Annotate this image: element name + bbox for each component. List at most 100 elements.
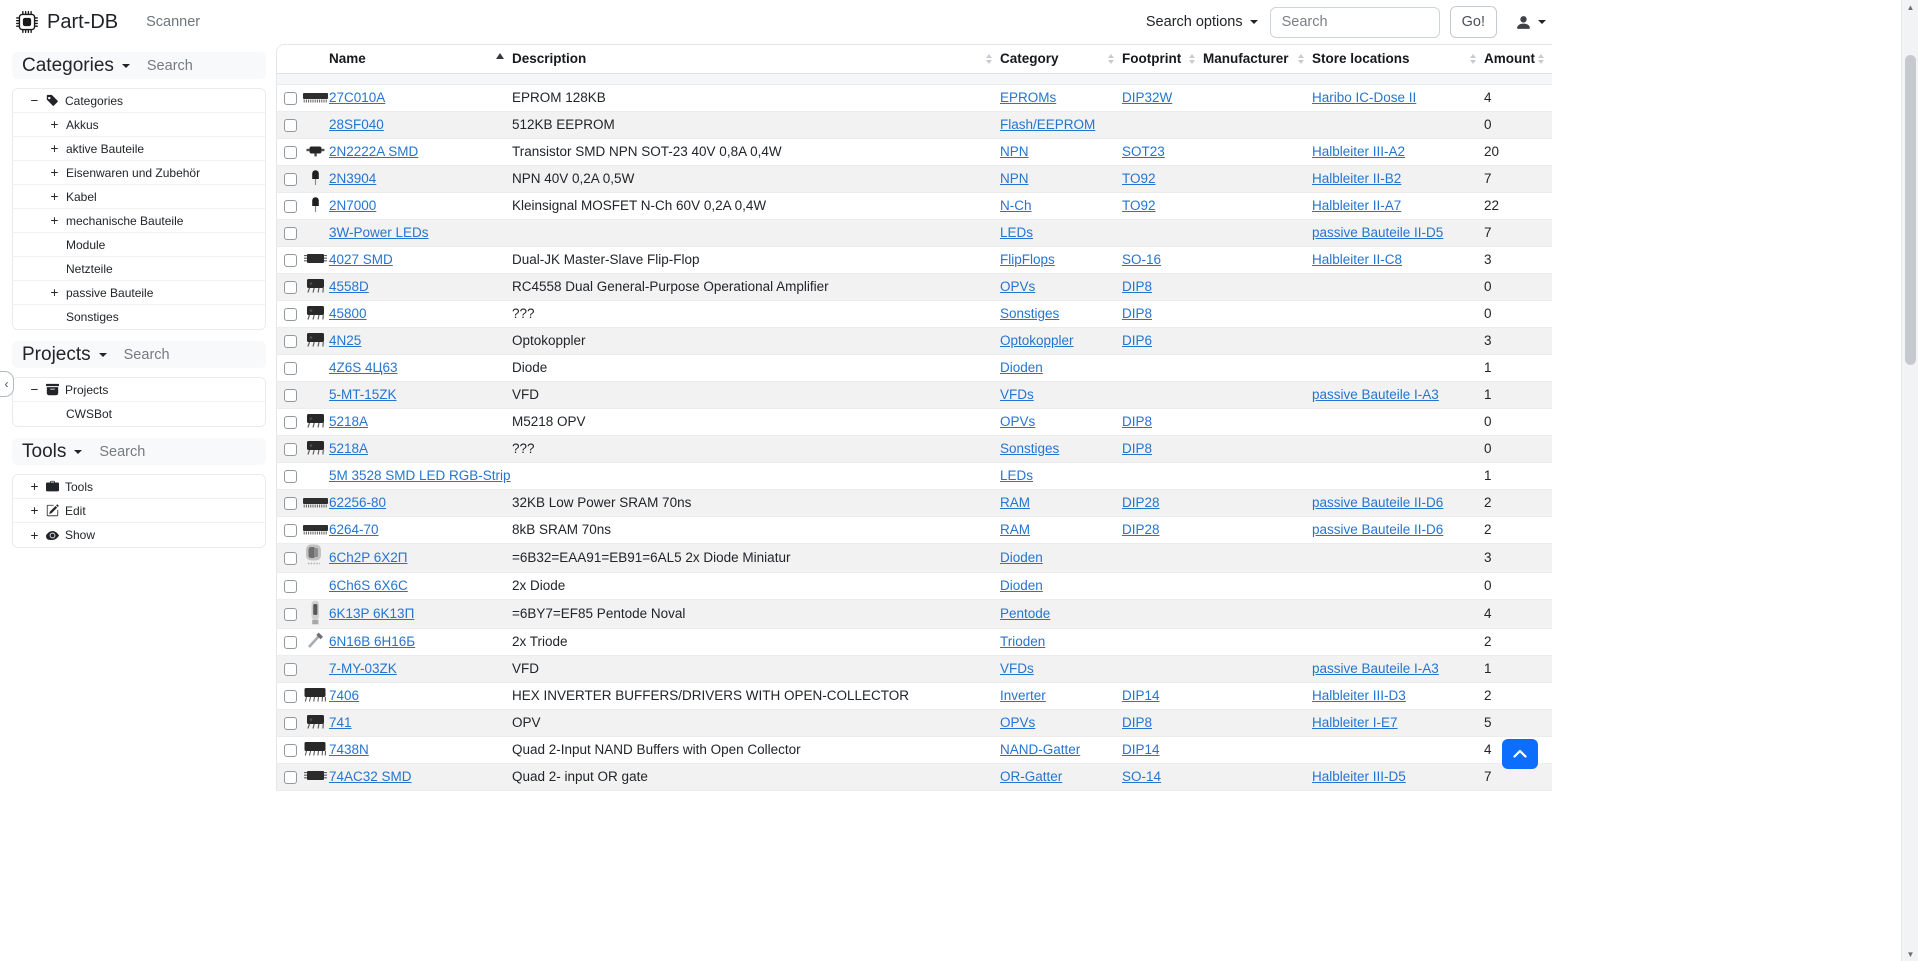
- part-name-link[interactable]: 6264-70: [329, 522, 379, 537]
- expand-toggle-icon[interactable]: +: [29, 503, 40, 518]
- part-thumbnail[interactable]: [301, 277, 329, 294]
- category-link[interactable]: Sonstiges: [1000, 306, 1059, 321]
- row-checkbox[interactable]: [284, 227, 297, 240]
- row-checkbox[interactable]: [284, 254, 297, 267]
- row-checkbox[interactable]: [284, 200, 297, 213]
- category-link[interactable]: LEDs: [1000, 468, 1033, 483]
- row-checkbox[interactable]: [284, 335, 297, 348]
- row-checkbox[interactable]: [284, 146, 297, 159]
- part-name-link[interactable]: 6Ch6S 6X6C: [329, 578, 408, 593]
- tree-item-eisenwaren-und-zubeh-r[interactable]: +Eisenwaren und Zubehör: [13, 161, 265, 185]
- part-name-link[interactable]: 2N3904: [329, 171, 376, 186]
- tree-item-cwsbot[interactable]: CWSBot: [13, 402, 265, 426]
- search-go-button[interactable]: Go!: [1450, 6, 1497, 38]
- row-checkbox[interactable]: [284, 362, 297, 375]
- row-checkbox[interactable]: [284, 771, 297, 784]
- part-name-link[interactable]: 6N16B 6Н16Б: [329, 634, 415, 649]
- category-link[interactable]: OR-Gatter: [1000, 769, 1062, 784]
- part-thumbnail[interactable]: [301, 686, 329, 703]
- part-thumbnail[interactable]: [301, 439, 329, 456]
- part-name-link[interactable]: 4N25: [329, 333, 361, 348]
- part-name-link[interactable]: 5218A: [329, 441, 368, 456]
- category-link[interactable]: OPVs: [1000, 414, 1035, 429]
- tools-dropdown[interactable]: Tools: [22, 441, 82, 463]
- expand-toggle-icon[interactable]: +: [49, 189, 60, 204]
- part-thumbnail[interactable]: [301, 412, 329, 429]
- category-link[interactable]: RAM: [1000, 495, 1030, 510]
- store-location-link[interactable]: Halbleiter II-A7: [1312, 198, 1401, 213]
- row-checkbox[interactable]: [284, 717, 297, 730]
- part-name-link[interactable]: 4027 SMD: [329, 252, 393, 267]
- tree-item-kabel[interactable]: +Kabel: [13, 185, 265, 209]
- category-link[interactable]: Inverter: [1000, 688, 1046, 703]
- expand-toggle-icon[interactable]: +: [49, 141, 60, 156]
- footprint-link[interactable]: TO92: [1122, 198, 1156, 213]
- footprint-link[interactable]: DIP6: [1122, 333, 1152, 348]
- category-link[interactable]: OPVs: [1000, 715, 1035, 730]
- column-header-select[interactable]: [277, 45, 301, 73]
- store-location-link[interactable]: Halbleiter III-D3: [1312, 688, 1406, 703]
- store-location-link[interactable]: Halbleiter II-B2: [1312, 171, 1401, 186]
- column-header-name[interactable]: Name: [329, 45, 512, 73]
- tree-item-show[interactable]: +Show: [13, 523, 265, 547]
- store-location-link[interactable]: Halbleiter II-C8: [1312, 252, 1402, 267]
- part-name-link[interactable]: 62256-80: [329, 495, 386, 510]
- row-checkbox[interactable]: [284, 690, 297, 703]
- category-link[interactable]: Flash/EEPROM: [1000, 117, 1095, 132]
- category-link[interactable]: OPVs: [1000, 279, 1035, 294]
- category-link[interactable]: FlipFlops: [1000, 252, 1055, 267]
- part-thumbnail[interactable]: [301, 632, 329, 649]
- footprint-link[interactable]: DIP8: [1122, 441, 1152, 456]
- scrollbar-down-icon[interactable]: ▼: [1902, 947, 1918, 961]
- category-link[interactable]: VFDs: [1000, 387, 1034, 402]
- part-name-link[interactable]: 3W-Power LEDs: [329, 225, 429, 240]
- part-name-link[interactable]: 74AC32 SMD: [329, 769, 412, 784]
- scrollbar-thumb[interactable]: [1905, 55, 1916, 365]
- footprint-link[interactable]: DIP32W: [1122, 90, 1172, 105]
- part-name-link[interactable]: 6K13P 6K13П: [329, 606, 414, 621]
- category-link[interactable]: RAM: [1000, 522, 1030, 537]
- footprint-link[interactable]: SO-16: [1122, 252, 1161, 267]
- tree-item-aktive-bauteile[interactable]: +aktive Bauteile: [13, 137, 265, 161]
- tree-item-edit[interactable]: +Edit: [13, 499, 265, 523]
- column-header-manufacturer[interactable]: Manufacturer: [1203, 45, 1312, 73]
- footprint-link[interactable]: SOT23: [1122, 144, 1165, 159]
- tree-item-akkus[interactable]: +Akkus: [13, 113, 265, 137]
- part-thumbnail[interactable]: [301, 144, 329, 157]
- store-location-link[interactable]: passive Bauteile I-A3: [1312, 661, 1439, 676]
- store-location-link[interactable]: Halbleiter I-E7: [1312, 715, 1398, 730]
- footprint-link[interactable]: TO92: [1122, 171, 1156, 186]
- store-location-link[interactable]: passive Bauteile II-D6: [1312, 522, 1443, 537]
- tree-item-projects[interactable]: −Projects: [13, 378, 265, 402]
- part-thumbnail[interactable]: [301, 304, 329, 321]
- store-location-link[interactable]: passive Bauteile II-D6: [1312, 495, 1443, 510]
- tree-item-tools[interactable]: +Tools: [13, 475, 265, 499]
- projects-dropdown[interactable]: Projects: [22, 344, 107, 366]
- part-name-link[interactable]: 7-MY-03ZK: [329, 661, 397, 676]
- category-link[interactable]: N-Ch: [1000, 198, 1032, 213]
- row-checkbox[interactable]: [284, 119, 297, 132]
- row-checkbox[interactable]: [284, 497, 297, 510]
- part-name-link[interactable]: 27C010A: [329, 90, 385, 105]
- store-location-link[interactable]: passive Bauteile II-D5: [1312, 225, 1443, 240]
- category-link[interactable]: NPN: [1000, 171, 1029, 186]
- footprint-link[interactable]: SO-14: [1122, 769, 1161, 784]
- footprint-link[interactable]: DIP8: [1122, 715, 1152, 730]
- part-thumbnail[interactable]: [301, 169, 329, 186]
- part-name-link[interactable]: 5218A: [329, 414, 368, 429]
- category-link[interactable]: Dioden: [1000, 578, 1043, 593]
- tree-item-module[interactable]: Module: [13, 233, 265, 257]
- category-link[interactable]: Optokoppler: [1000, 333, 1074, 348]
- scroll-to-top-button[interactable]: [1502, 739, 1538, 769]
- category-link[interactable]: Pentode: [1000, 606, 1050, 621]
- row-checkbox[interactable]: [284, 552, 297, 565]
- part-name-link[interactable]: 5-MT-15ZK: [329, 387, 397, 402]
- part-name-link[interactable]: 2N2222A SMD: [329, 144, 418, 159]
- row-checkbox[interactable]: [284, 470, 297, 483]
- row-checkbox[interactable]: [284, 663, 297, 676]
- column-header-category[interactable]: Category: [1000, 45, 1122, 73]
- footprint-link[interactable]: DIP28: [1122, 522, 1160, 537]
- row-checkbox[interactable]: [284, 608, 297, 621]
- user-menu[interactable]: [1515, 14, 1546, 31]
- footprint-link[interactable]: DIP8: [1122, 306, 1152, 321]
